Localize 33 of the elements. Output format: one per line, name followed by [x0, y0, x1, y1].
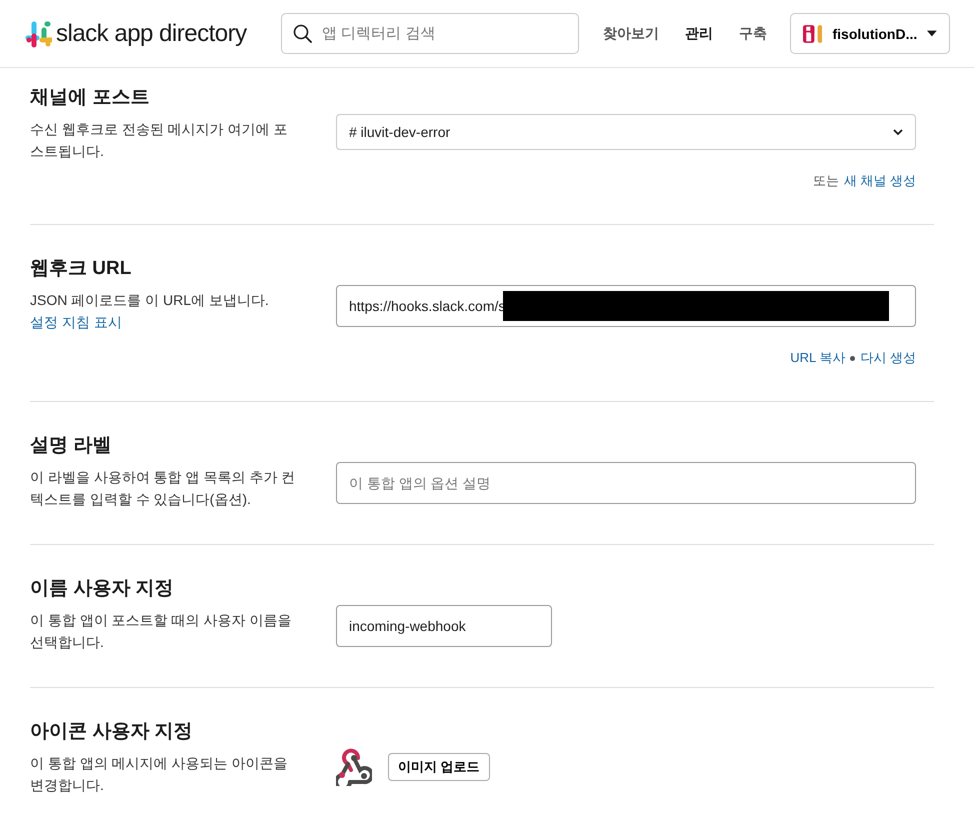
separator-dot	[850, 356, 856, 360]
nav-link[interactable]: 관리	[685, 24, 713, 42]
section-title: 설명 라벨	[30, 434, 112, 458]
section-description: 이 라벨을 사용하여 통합 앱 목록의 추가 컨텍스트를 입력할 수 있습니다(옵션).	[30, 468, 296, 509]
workspace-button[interactable]: fisolutionD...	[790, 13, 950, 54]
section-description: 수신 웹후크로 전송된 메시지가 여기에 포스트됩니다.	[30, 120, 288, 161]
slack-logo-icon	[24, 20, 52, 48]
instructions-link[interactable]: 설정 지침 표시	[30, 311, 336, 333]
upload-image-button[interactable]: 이미지 업로드	[388, 753, 490, 781]
username-input[interactable]: incoming-webhook	[336, 605, 552, 647]
regenerate-link[interactable]: 다시 생성	[860, 349, 916, 367]
copy-url-link[interactable]: URL 복사	[790, 349, 846, 367]
chevron-down-icon	[893, 128, 903, 136]
nav-link[interactable]: 구축	[739, 24, 767, 42]
section-description: JSON 페이로드를 이 URL에 보냅니다.	[30, 291, 270, 310]
section-title: 아이콘 사용자 지정	[30, 720, 194, 744]
or-text: 또는	[812, 172, 839, 190]
section-title: 이름 사용자 지정	[30, 577, 175, 601]
logo-text: slack app directory	[56, 20, 247, 48]
section-description: 이 통합 앱이 포스트할 때의 사용자 이름을 선택합니다.	[30, 611, 292, 652]
nav-link[interactable]: 찾아보기	[603, 24, 659, 42]
workspace-name: fisolutionD...	[832, 26, 918, 42]
section-title: 채널에 포스트	[30, 86, 150, 110]
channel-select[interactable]: # iluvit-dev-error	[336, 114, 916, 150]
label-input[interactable]: 이 통합 앱의 옵션 설명	[336, 462, 916, 504]
section-description: 이 통합 앱의 메시지에 사용되는 아이콘을 변경합니다.	[30, 754, 288, 795]
create-channel-link[interactable]: 새 채널 생성	[844, 172, 916, 190]
selected-channel: # iluvit-dev-error	[349, 124, 450, 140]
workspace-logo-icon	[803, 22, 822, 44]
webhook-icon	[336, 748, 372, 786]
caret-icon	[927, 30, 937, 37]
section-title: 웹후크 URL	[30, 257, 132, 281]
search-field[interactable]: 앱 디렉터리 검색	[281, 13, 579, 54]
